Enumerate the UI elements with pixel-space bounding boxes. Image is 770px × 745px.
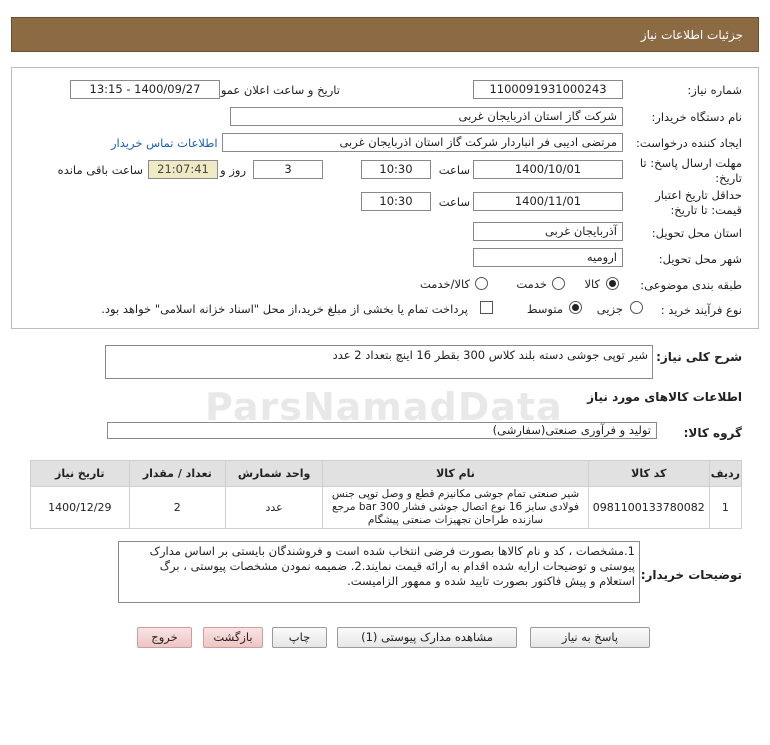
print-button[interactable]: چاپ (272, 627, 327, 648)
validity-label-line1: حداقل تاریخ اعتبار (655, 188, 742, 202)
city-label: شهر محل تحویل: (658, 252, 742, 266)
goods-table-header: ردیف کد کالا نام کالا واحد شمارش تعداد /… (30, 460, 743, 487)
cell-code: 0981100133780082 (587, 486, 710, 529)
category-service-radio[interactable] (552, 277, 565, 290)
summary-box: شیر توپی جوشی دسته بلند کلاس 300 بقطر 16… (105, 345, 653, 379)
back-button[interactable]: بازگشت (203, 627, 263, 648)
goods-table: ردیف کد کالا نام کالا واحد شمارش تعداد /… (30, 460, 743, 529)
deadline-date-field: 1400/10/01 (473, 160, 623, 179)
deadline-label-line2: تاریخ: (715, 171, 742, 185)
city-field: ارومیه (473, 248, 623, 267)
creator-field: مرتضی ادیبی فر انباردار شرکت گاز استان ا… (222, 133, 623, 152)
view-attachments-button[interactable]: مشاهده مدارک پیوستی (1) (337, 627, 517, 648)
table-row: 1 0981100133780082 شیر صنعتی تمام جوشی م… (30, 486, 743, 529)
province-label: استان محل تحویل: (651, 226, 742, 240)
deadline-time-label: ساعت (438, 163, 470, 177)
page-title: جزئیات اطلاعات نیاز (640, 28, 743, 42)
page-header: جزئیات اطلاعات نیاز (11, 17, 759, 52)
category-goods-service-radio[interactable] (475, 277, 488, 290)
buyer-notes-label: توضیحات خریدار: (640, 568, 742, 582)
validity-date-field: 1400/11/01 (473, 192, 623, 211)
cell-qty: 2 (128, 486, 227, 529)
province-field: آذربایجان غربی (473, 222, 623, 241)
buyer-contact-link[interactable]: اطلاعات تماس خریدار (111, 136, 218, 150)
creator-label: ایجاد کننده درخواست: (636, 136, 742, 150)
buyer-org-field: شرکت گاز استان اذربایجان غربی (230, 107, 623, 126)
treasury-payment-checkbox[interactable] (480, 301, 493, 314)
col-name: نام کالا (322, 460, 589, 487)
validity-label-line2: قیمت: تا تاریخ: (670, 203, 742, 217)
cell-date: 1400/12/29 (30, 486, 130, 529)
remaining-label: ساعت باقی مانده (57, 163, 143, 177)
days-label: روز و (220, 163, 246, 177)
col-row: ردیف (708, 460, 743, 487)
col-qty: تعداد / مقدار (128, 460, 227, 487)
cell-name: شیر صنعتی تمام جوشی مکانیزم قطع و وصل تو… (322, 486, 589, 529)
need-number-field: 1100091931000243 (473, 80, 623, 99)
goods-section-title: اطلاعات کالاهای مورد نیاز (587, 390, 742, 404)
deadline-label-line1: مهلت ارسال پاسخ: تا (639, 156, 742, 170)
process-minor-label: جزیی (596, 302, 623, 316)
remaining-days-field: 3 (253, 160, 323, 179)
cell-row: 1 (708, 486, 743, 529)
respond-button[interactable]: پاسخ به نیاز (530, 627, 650, 648)
process-medium-radio[interactable] (569, 301, 582, 314)
category-service-label: خدمت (516, 277, 547, 291)
buyer-notes-box: 1.مشخصات ، کد و نام کالاها بصورت فرضی ان… (118, 541, 640, 603)
validity-time-label: ساعت (438, 195, 470, 209)
need-number-label: شماره نیاز: (687, 83, 742, 97)
process-medium-label: متوسط (526, 302, 563, 316)
summary-label: شرح کلی نیاز: (656, 350, 742, 364)
buyer-org-label: نام دستگاه خریدار: (651, 110, 742, 124)
deadline-time-field: 10:30 (361, 160, 431, 179)
validity-time-field: 10:30 (361, 192, 431, 211)
announce-field: 1400/09/27 - 13:15 (70, 80, 220, 99)
cell-unit: عدد (225, 486, 324, 529)
treasury-payment-note: پرداخت تمام یا بخشی از مبلغ خرید،از محل … (101, 302, 468, 316)
category-goods-service-label: کالا/خدمت (419, 277, 470, 291)
announce-label: تاریخ و ساعت اعلان عمومی: (201, 83, 340, 97)
goods-group-field: تولید و فرآوری صنعتی(سفارشی) (107, 422, 657, 439)
col-code: کد کالا (587, 460, 710, 487)
process-label: نوع فرآیند خرید : (660, 303, 742, 317)
category-goods-radio[interactable] (606, 277, 619, 290)
exit-button[interactable]: خروج (137, 627, 192, 648)
col-date: تاریخ نیاز (30, 460, 130, 487)
category-goods-label: کالا (584, 277, 600, 291)
category-label: طبقه بندی موضوعی: (640, 278, 742, 292)
goods-group-label: گروه کالا: (683, 426, 742, 440)
col-unit: واحد شمارش (225, 460, 324, 487)
remaining-time-field: 21:07:41 (148, 160, 218, 179)
process-minor-radio[interactable] (630, 301, 643, 314)
